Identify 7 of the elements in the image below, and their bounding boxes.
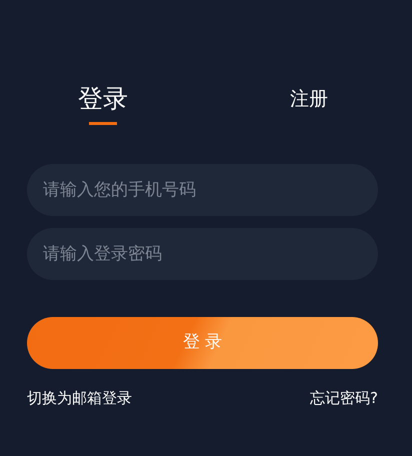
forgot-password-link[interactable]: 忘记密码? <box>310 387 378 410</box>
tab[interactable]: 登录 <box>78 84 128 114</box>
active-tab-underline <box>89 122 117 125</box>
tab[interactable]: 注册 <box>290 88 328 111</box>
password-field[interactable]: 请输入登录密码 <box>27 228 378 280</box>
switch-to-email-login-link[interactable]: 切换为邮箱登录 <box>27 387 132 410</box>
phone-number-field[interactable]: 请输入您的手机号码 <box>27 164 378 216</box>
